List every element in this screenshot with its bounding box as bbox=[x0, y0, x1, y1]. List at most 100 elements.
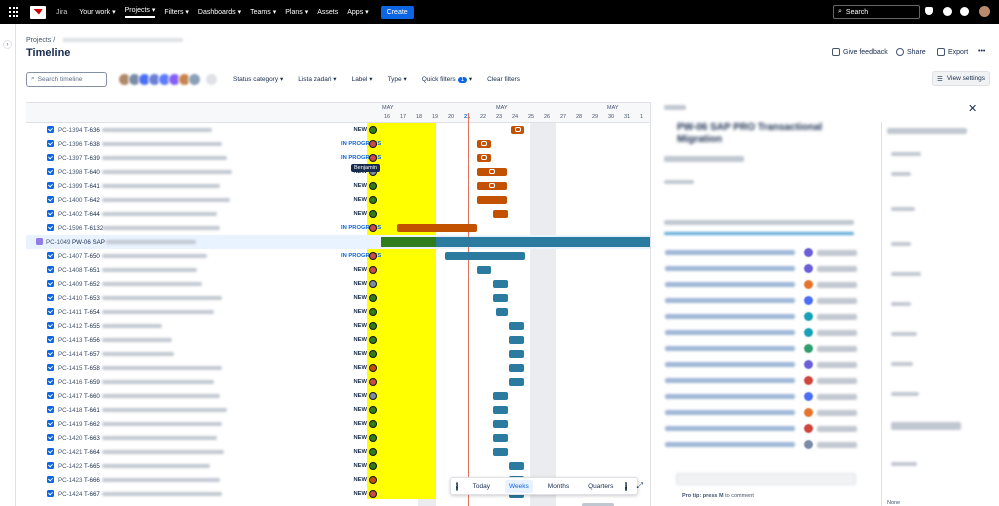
status-lozenge[interactable]: IN PROGRESS bbox=[341, 155, 381, 161]
export-button[interactable]: Export bbox=[937, 48, 968, 56]
issue-key[interactable]: PC-1596 bbox=[58, 225, 82, 232]
status-lozenge[interactable] bbox=[817, 346, 857, 352]
assignee-avatar[interactable] bbox=[369, 476, 377, 484]
issue-key[interactable]: PC-1398 bbox=[58, 169, 82, 176]
status-lozenge[interactable] bbox=[817, 394, 857, 400]
table-row[interactable]: PC-1415 T-658 NEW bbox=[26, 361, 650, 375]
status-lozenge[interactable]: NEW bbox=[341, 463, 367, 469]
assignee-avatar[interactable] bbox=[369, 420, 377, 428]
assignee-avatar[interactable] bbox=[369, 224, 377, 232]
status-lozenge[interactable]: NEW bbox=[341, 477, 367, 483]
assignee-avatar[interactable] bbox=[369, 280, 377, 288]
schedule-bar[interactable] bbox=[477, 168, 507, 176]
issue-key[interactable]: PC-1399 bbox=[58, 183, 82, 190]
nav-apps[interactable]: Apps ▾ bbox=[347, 8, 368, 16]
child-issue-link[interactable] bbox=[665, 250, 795, 255]
add-comment-input[interactable] bbox=[676, 473, 856, 485]
table-row[interactable]: PC-1402 T-644 NEW bbox=[26, 207, 650, 221]
search-timeline-input[interactable]: ⌕ Search timeline bbox=[26, 71, 107, 87]
zoom-today-button[interactable]: Today bbox=[469, 480, 494, 493]
info-icon[interactable]: i bbox=[625, 481, 627, 491]
child-issue-link[interactable] bbox=[665, 394, 795, 399]
status-lozenge[interactable]: NEW bbox=[341, 183, 367, 189]
global-search-input[interactable]: ⌕ Search bbox=[833, 5, 920, 19]
user-avatar[interactable] bbox=[979, 6, 990, 17]
status-lozenge[interactable] bbox=[817, 266, 857, 272]
assignee-avatar[interactable] bbox=[804, 296, 813, 305]
issue-key[interactable]: PC-1419 bbox=[58, 421, 82, 428]
clear-filters-button[interactable]: Clear filters bbox=[487, 76, 520, 83]
schedule-bar[interactable] bbox=[493, 294, 508, 302]
status-lozenge[interactable]: NEW bbox=[341, 351, 367, 357]
table-row[interactable]: PC-1417 T-660 NEW bbox=[26, 389, 650, 403]
table-row[interactable]: PC-1398 T-640 NEW bbox=[26, 165, 650, 179]
status-lozenge[interactable]: NEW bbox=[341, 365, 367, 371]
issue-key[interactable]: PC-1400 bbox=[58, 197, 82, 204]
expand-sidebar-chevron-icon[interactable]: › bbox=[3, 40, 12, 49]
table-row[interactable]: PC-1411 T-654 NEW bbox=[26, 305, 650, 319]
assignee-avatar[interactable] bbox=[804, 392, 813, 401]
issue-key[interactable]: PC-1396 bbox=[58, 141, 82, 148]
status-lozenge[interactable]: NEW bbox=[341, 197, 367, 203]
nav-projects[interactable]: Projects ▾ bbox=[124, 6, 156, 18]
assignee-avatar[interactable] bbox=[804, 376, 813, 385]
status-lozenge[interactable]: NEW bbox=[341, 323, 367, 329]
table-row[interactable]: PC-1400 T-642 NEW bbox=[26, 193, 650, 207]
lista-zadan-dropdown[interactable]: Lista zadań ▾ bbox=[298, 75, 336, 83]
nav-assets[interactable]: Assets bbox=[317, 9, 338, 16]
assignee-avatar[interactable] bbox=[804, 328, 813, 337]
assignee-avatar[interactable] bbox=[804, 408, 813, 417]
issue-key[interactable]: PC-1049 bbox=[46, 239, 70, 246]
status-lozenge[interactable]: NEW bbox=[341, 295, 367, 301]
issue-key[interactable]: PC-1416 bbox=[58, 379, 82, 386]
table-row[interactable]: PC-1416 T-659 NEW bbox=[26, 375, 650, 389]
schedule-bar[interactable] bbox=[477, 140, 491, 148]
give-feedback-button[interactable]: Give feedback bbox=[832, 48, 888, 56]
site-logo[interactable] bbox=[30, 5, 46, 19]
schedule-bar[interactable] bbox=[493, 448, 508, 456]
table-row[interactable]: PC-1409 T-652 NEW bbox=[26, 277, 650, 291]
assignee-avatar[interactable] bbox=[369, 210, 377, 218]
status-lozenge[interactable]: NEW bbox=[341, 407, 367, 413]
assignee-avatar[interactable] bbox=[369, 154, 377, 162]
issue-key[interactable]: PC-1418 bbox=[58, 407, 82, 414]
assignee-avatar[interactable] bbox=[804, 424, 813, 433]
issue-key[interactable]: PC-1420 bbox=[58, 435, 82, 442]
schedule-bar[interactable] bbox=[493, 420, 508, 428]
schedule-bar[interactable] bbox=[509, 322, 524, 330]
assignee-avatar[interactable] bbox=[369, 434, 377, 442]
schedule-bar[interactable] bbox=[493, 406, 508, 414]
status-lozenge[interactable] bbox=[817, 442, 857, 448]
child-issue-link[interactable] bbox=[665, 362, 795, 367]
assignee-avatar[interactable] bbox=[369, 490, 377, 498]
assignee-avatar[interactable] bbox=[369, 196, 377, 204]
table-row[interactable]: PC-1394 T-636 NEW bbox=[26, 123, 650, 137]
table-row[interactable]: PC-1419 T-662 NEW bbox=[26, 417, 650, 431]
nav-dashboards[interactable]: Dashboards ▾ bbox=[198, 8, 241, 16]
assignee-avatar[interactable] bbox=[369, 294, 377, 302]
zoom-weeks-button[interactable]: Weeks bbox=[505, 479, 533, 493]
schedule-bar[interactable] bbox=[493, 210, 508, 218]
close-panel-icon[interactable]: ✕ bbox=[968, 102, 977, 115]
assignee-avatar[interactable] bbox=[369, 392, 377, 400]
status-lozenge[interactable] bbox=[817, 298, 857, 304]
table-row[interactable]: PC-1396 T-638 IN PROGRESS bbox=[26, 137, 650, 151]
schedule-bar[interactable] bbox=[477, 266, 491, 274]
issue-breadcrumb[interactable] bbox=[664, 105, 686, 110]
issue-key[interactable]: PC-1394 bbox=[58, 127, 82, 134]
issue-key[interactable]: PC-1417 bbox=[58, 393, 82, 400]
table-row[interactable]: PC-1413 T-656 NEW bbox=[26, 333, 650, 347]
schedule-bar[interactable] bbox=[477, 154, 491, 162]
status-lozenge[interactable]: IN PROGRESS bbox=[341, 225, 381, 231]
assignee-avatar[interactable] bbox=[369, 336, 377, 344]
schedule-bar[interactable] bbox=[493, 280, 508, 288]
assignee-avatar[interactable] bbox=[369, 364, 377, 372]
epic-schedule-bar[interactable] bbox=[381, 237, 650, 247]
status-lozenge[interactable]: NEW bbox=[341, 379, 367, 385]
status-lozenge[interactable] bbox=[817, 282, 857, 288]
status-lozenge[interactable]: NEW bbox=[341, 127, 367, 133]
assignee-avatar[interactable] bbox=[369, 266, 377, 274]
schedule-bar[interactable] bbox=[397, 224, 477, 232]
schedule-bar[interactable] bbox=[509, 350, 524, 358]
nav-teams[interactable]: Teams ▾ bbox=[250, 8, 276, 16]
